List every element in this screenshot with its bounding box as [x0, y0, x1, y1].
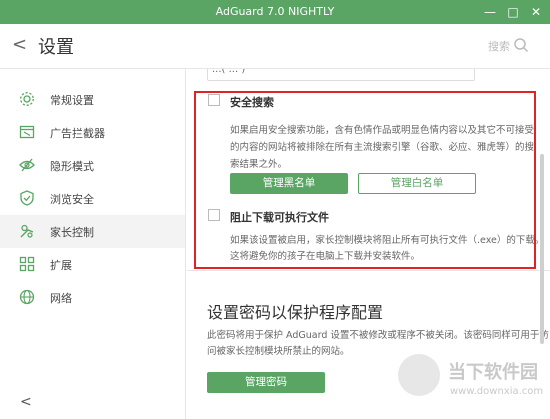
sidebar-item-ad-blocker[interactable]: 广告拦截器 — [0, 116, 185, 149]
section-divider — [187, 270, 550, 271]
ad-block-icon — [19, 125, 35, 139]
sidebar-item-label: 浏览安全 — [50, 193, 94, 206]
close-button[interactable]: ✕ — [526, 2, 546, 22]
password-description-line1: 此密码将用于保护 AdGuard 设置不被修改或程序不被关闭。该密码同样可用于访 — [207, 330, 549, 341]
watermark-text: 当下软件园 — [448, 362, 538, 383]
sidebar-item-label: 常规设置 — [50, 94, 94, 107]
previous-setting-field[interactable]: ...( ... ) — [207, 69, 475, 81]
window-title: AdGuard 7.0 NIGHTLY — [215, 5, 335, 18]
watermark-logo — [398, 354, 440, 396]
search-icon[interactable] — [513, 37, 529, 53]
previous-setting-value: ...( ... ) — [212, 69, 246, 75]
sidebar-item-browsing-security[interactable]: 浏览安全 — [0, 182, 185, 215]
manage-password-button[interactable]: 管理密码 — [207, 372, 325, 393]
sidebar-item-extensions[interactable]: 扩展 — [0, 248, 185, 281]
title-bar: AdGuard 7.0 NIGHTLY — □ ✕ — [0, 0, 550, 24]
minimize-button[interactable]: — — [480, 2, 500, 22]
page-header: < 设置 搜索 — [0, 24, 550, 68]
sidebar-item-label: 家长控制 — [50, 226, 94, 239]
back-button[interactable]: < — [12, 34, 27, 55]
watermark-url: www.downxia.com — [450, 386, 544, 397]
extensions-grid-icon — [19, 256, 35, 272]
collapse-sidebar-button[interactable]: < — [20, 394, 32, 410]
sidebar: 常规设置 广告拦截器 隐形模式 浏览安全 家长控制 扩展 网络 < — [0, 69, 186, 419]
watermark: 当下软件园 www.downxia.com — [398, 350, 548, 412]
shield-check-icon — [20, 190, 34, 206]
sidebar-item-label: 广告拦截器 — [50, 127, 105, 140]
sidebar-item-general[interactable]: 常规设置 — [0, 83, 185, 116]
highlight-frame — [194, 91, 536, 269]
sidebar-item-label: 网络 — [50, 292, 72, 305]
gear-icon — [20, 92, 34, 106]
stealth-eye-icon — [19, 158, 35, 172]
password-description-line2: 问被家长控制模块所禁止的网站。 — [207, 346, 350, 357]
sidebar-item-stealth[interactable]: 隐形模式 — [0, 149, 185, 182]
sidebar-item-label: 隐形模式 — [50, 160, 94, 173]
globe-icon — [19, 289, 35, 305]
search-label[interactable]: 搜索 — [488, 38, 510, 54]
maximize-button[interactable]: □ — [503, 2, 523, 22]
parental-control-icon — [20, 224, 34, 238]
content-scrollbar[interactable] — [540, 154, 544, 344]
sidebar-item-network[interactable]: 网络 — [0, 281, 185, 314]
page-title: 设置 — [38, 37, 74, 58]
sidebar-item-label: 扩展 — [50, 259, 72, 272]
password-section-title: 设置密码以保护程序配置 — [207, 303, 384, 322]
sidebar-item-parental-control[interactable]: 家长控制 — [0, 215, 185, 248]
